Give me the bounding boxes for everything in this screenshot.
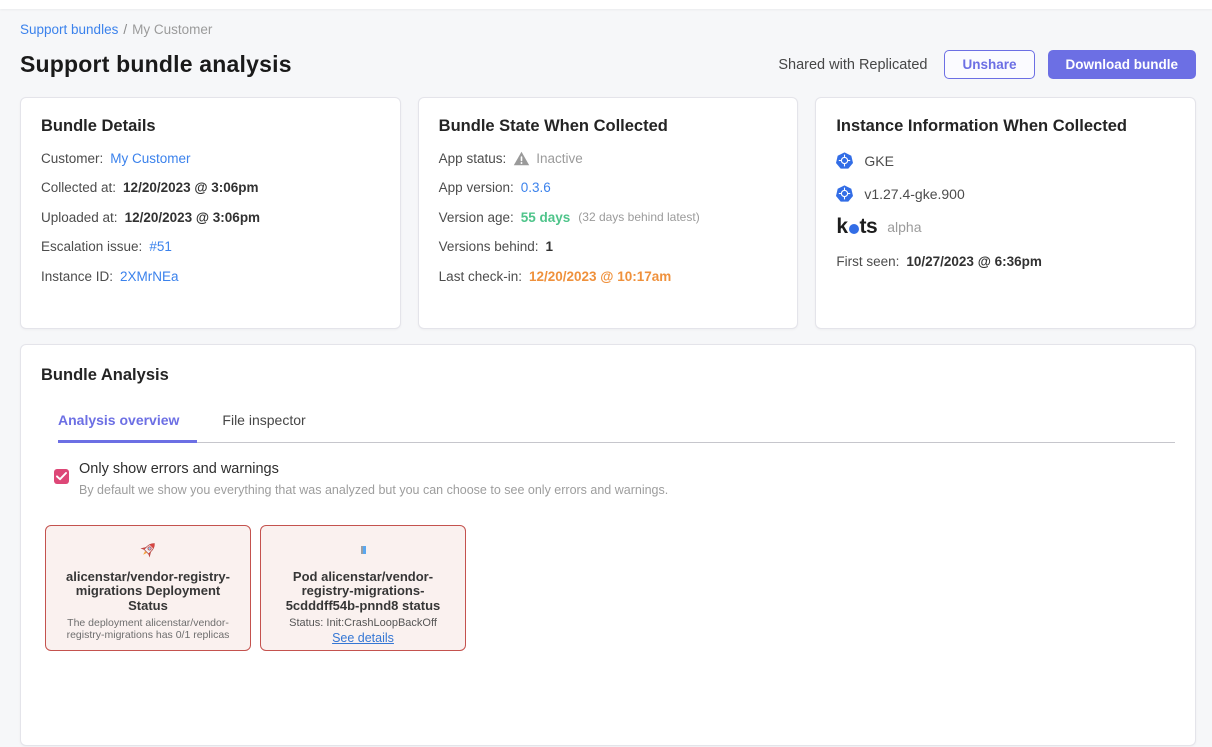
first-seen-row: First seen: 10/27/2023 @ 6:36pm [836,254,1175,269]
version-age-value: 55 days [521,210,571,225]
distribution-value: GKE [864,153,894,169]
breadcrumb-current: My Customer [132,22,212,37]
app-version-label: App version: [439,180,514,195]
download-bundle-button[interactable]: Download bundle [1048,50,1197,79]
bundle-state-card: Bundle State When Collected App status: … [418,97,799,329]
uploaded-at-label: Uploaded at: [41,210,118,225]
first-seen-value: 10/27/2023 @ 6:36pm [906,254,1042,269]
escalation-issue-row: Escalation issue: #51 [41,239,380,254]
analysis-results: alicenstar/vendor-registry-migrations De… [45,525,1175,651]
app-status-label: App status: [439,151,507,166]
instance-info-card: Instance Information When Collected GKE … [815,97,1196,329]
unshare-button[interactable]: Unshare [944,50,1034,79]
kubernetes-icon [836,185,853,202]
breadcrumb: Support bundles / My Customer [20,22,1196,37]
bundle-state-title: Bundle State When Collected [439,117,778,136]
support-bundle-analysis-page: Support bundles / My Customer Support bund… [0,9,1212,746]
broken-image-icon [274,539,452,561]
escalation-issue-link[interactable]: #51 [149,239,172,254]
customer-link[interactable]: My Customer [110,151,190,166]
k8s-version-value: v1.27.4-gke.900 [864,186,964,202]
page-title: Support bundle analysis [20,51,292,78]
deployment-status-error-card[interactable]: alicenstar/vendor-registry-migrations De… [45,525,251,651]
version-age-note: (32 days behind latest) [578,210,699,224]
app-version-link[interactable]: 0.3.6 [521,180,551,195]
instance-id-row: Instance ID: 2XMrNEa [41,269,380,284]
first-seen-label: First seen: [836,254,899,269]
bundle-analysis-card: Bundle Analysis Analysis overview File i… [20,344,1196,746]
error-card-description: The deployment alicenstar/vendor-registr… [59,617,237,642]
kots-logo: kts [836,215,877,239]
error-card-title: alicenstar/vendor-registry-migrations De… [59,570,237,613]
bundle-details-title: Bundle Details [41,117,380,136]
breadcrumb-support-bundles-link[interactable]: Support bundles [20,22,118,37]
kots-logo-o-icon [849,224,859,234]
customer-label: Customer: [41,151,103,166]
versions-behind-label: Versions behind: [439,239,539,254]
tab-file-inspector[interactable]: File inspector [222,412,323,442]
bundle-analysis-title: Bundle Analysis [41,366,1175,385]
versions-behind-row: Versions behind: 1 [439,239,778,254]
filter-text-block: Only show errors and warnings By default… [79,461,668,497]
last-checkin-row: Last check-in: 12/20/2023 @ 10:17am [439,269,778,284]
header-actions: Shared with Replicated Unshare Download … [778,50,1196,79]
customer-row: Customer: My Customer [41,151,380,166]
check-icon [56,472,67,481]
filter-description: By default we show you everything that w… [79,483,668,497]
kots-channel: alpha [887,219,921,235]
versions-behind-value: 1 [546,239,554,254]
last-checkin-label: Last check-in: [439,269,522,284]
rocket-icon [59,539,237,561]
warning-triangle-icon [513,151,530,166]
shared-status-text: Shared with Replicated [778,57,927,73]
app-version-row: App version: 0.3.6 [439,180,778,195]
summary-cards-row: Bundle Details Customer: My Customer Col… [20,97,1196,329]
collected-at-label: Collected at: [41,180,116,195]
analysis-tabs: Analysis overview File inspector [58,412,1175,443]
collected-at-value: 12/20/2023 @ 3:06pm [123,180,259,195]
top-bar [0,0,1212,9]
distribution-row: GKE [836,152,1175,169]
instance-id-label: Instance ID: [41,269,113,284]
errors-filter-row: Only show errors and warnings By default… [54,461,1175,497]
only-errors-checkbox[interactable] [54,469,69,484]
breadcrumb-separator: / [123,22,127,37]
version-age-row: Version age: 55 days (32 days behind lat… [439,210,778,225]
instance-info-title: Instance Information When Collected [836,117,1175,136]
escalation-issue-label: Escalation issue: [41,239,142,254]
instance-id-link[interactable]: 2XMrNEa [120,269,179,284]
kubernetes-icon [836,152,853,169]
tab-analysis-overview[interactable]: Analysis overview [58,412,197,442]
bundle-details-card: Bundle Details Customer: My Customer Col… [20,97,401,329]
kots-version-row: kts alpha [836,215,1175,239]
app-status-row: App status: Inactive [439,151,778,166]
see-details-link[interactable]: See details [332,631,394,645]
filter-label[interactable]: Only show errors and warnings [79,461,668,477]
error-card-title: Pod alicenstar/vendor-registry-migration… [274,570,452,613]
uploaded-at-value: 12/20/2023 @ 3:06pm [125,210,261,225]
page-header: Support bundle analysis Shared with Repl… [20,50,1196,79]
collected-at-row: Collected at: 12/20/2023 @ 3:06pm [41,180,380,195]
uploaded-at-row: Uploaded at: 12/20/2023 @ 3:06pm [41,210,380,225]
pod-status-error-card[interactable]: Pod alicenstar/vendor-registry-migration… [260,525,466,651]
last-checkin-value: 12/20/2023 @ 10:17am [529,269,671,284]
version-age-label: Version age: [439,210,514,225]
k8s-version-row: v1.27.4-gke.900 [836,185,1175,202]
error-card-status: Status: Init:CrashLoopBackOff [274,617,452,629]
app-status-value: Inactive [536,151,583,166]
